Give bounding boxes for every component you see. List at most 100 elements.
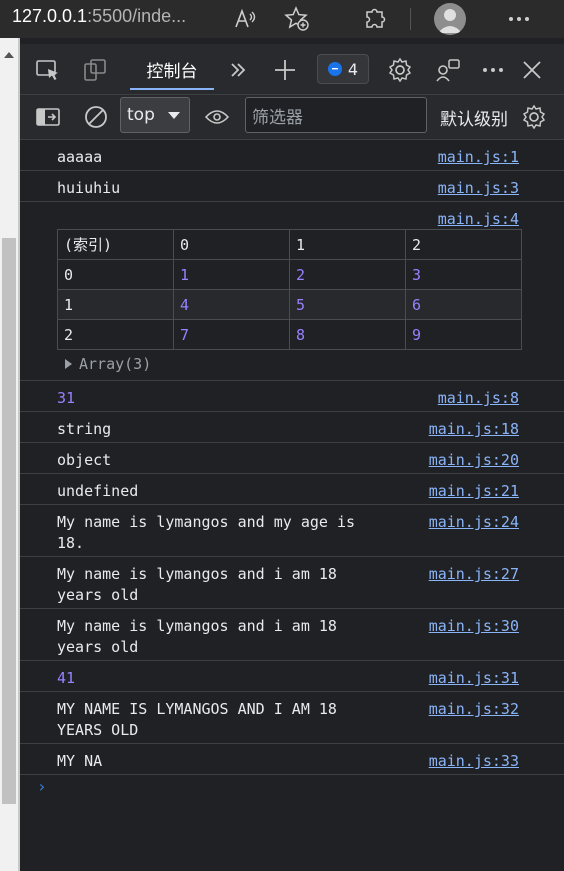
toolbar-separator [410,8,411,30]
table-cell: 6 [405,289,522,320]
console-message: My name is lymangos and my age is 18. ma… [20,505,564,557]
context-select[interactable]: top [120,97,190,133]
message-text-line2: 18. [57,534,85,552]
message-text-line1: My name is lymangos and i am 18 [57,617,337,635]
devtools-toolbar: 控制台 4 [20,44,564,95]
table-header-cell[interactable]: 2 [405,229,522,260]
issues-badge[interactable]: 4 [317,54,369,84]
browser-address-bar: 127.0.0.1:5500/inde... [0,0,564,38]
source-link[interactable]: main.js:18 [429,419,519,440]
console-message: 41 main.js:31 [20,661,564,692]
source-link[interactable]: main.js:33 [429,751,519,772]
more-menu-icon[interactable] [506,6,532,32]
console-message: MY NA main.js:33 [20,744,564,775]
table-cell: 2 [57,319,174,350]
console-message: undefined main.js:21 [20,474,564,505]
message-text: huiuhiu [57,179,121,197]
message-text: MY NA [57,752,103,770]
dropdown-caret-icon [168,112,180,119]
table-header-cell[interactable]: (索引) [57,229,174,260]
extensions-icon[interactable] [362,6,388,32]
message-text-line1: My name is lymangos and i am 18 [57,565,337,583]
table-header-cell[interactable]: 0 [173,229,290,260]
favorite-add-icon[interactable] [284,6,310,32]
source-link[interactable]: main.js:27 [429,564,519,585]
add-tab-plus-icon[interactable] [271,56,299,84]
url-field[interactable]: 127.0.0.1:5500/inde... [12,6,186,27]
settings-gear-icon[interactable] [386,56,414,84]
read-aloud-icon[interactable] [232,6,258,32]
message-text-line2: years old [57,586,139,604]
message-text-line2: YEARS OLD [57,721,139,739]
scrollbar-thumb[interactable] [2,238,16,804]
table-cell: 3 [405,259,522,290]
table-row: 2 7 8 9 [57,319,522,350]
table-cell: 0 [57,259,174,290]
console-message: aaaaa main.js:1 [20,140,564,171]
page-scrollbar[interactable] [0,38,20,871]
table-row: 0 1 2 3 [57,259,522,290]
table-cell: 1 [173,259,290,290]
message-text-line1: My name is lymangos and my age is [57,513,356,531]
inspect-element-icon[interactable] [34,56,62,84]
clear-console-icon[interactable] [82,103,110,131]
source-link[interactable]: main.js:4 [438,209,519,230]
close-devtools-icon[interactable] [518,56,546,84]
message-text: undefined [57,482,139,500]
table-cell: 9 [405,319,522,350]
profile-avatar[interactable] [434,3,466,35]
url-host: 127.0.0.1 [12,6,88,26]
source-link[interactable]: main.js:24 [429,512,519,533]
more-tabs-chevron-icon[interactable] [224,56,252,84]
message-text-line1: MY NAME IS LYMANGOS AND I AM 18 [57,700,337,718]
message-text: aaaaa [57,148,103,166]
tab-console[interactable]: 控制台 [130,50,214,90]
console-table-message: main.js:4 (索引) 0 1 2 0 1 2 3 1 4 5 6 2 7… [20,202,564,381]
table-cell: 5 [289,289,406,320]
table-cell: 7 [173,319,290,350]
scroll-up-arrow-icon[interactable] [4,52,14,58]
live-expression-eye-icon[interactable] [203,103,231,131]
source-link[interactable]: main.js:8 [438,388,519,409]
table-cell: 2 [289,259,406,290]
console-message: MY NAME IS LYMANGOS AND I AM 18 YEARS OL… [20,692,564,744]
message-text: object [57,451,112,469]
log-levels-dropdown[interactable]: 默认级别 [440,105,508,130]
console-message: object main.js:20 [20,443,564,474]
url-path: :5500/inde... [87,6,187,26]
more-options-icon[interactable] [479,56,507,84]
console-message: 31 main.js:8 [20,381,564,412]
message-text: string [57,420,112,438]
console-filter-bar: top 筛选器 默认级别 [20,95,564,140]
console-settings-gear-icon[interactable] [520,103,548,131]
console-prompt-chevron-icon[interactable]: › [37,777,47,796]
table-cell: 8 [289,319,406,350]
source-link[interactable]: main.js:31 [429,668,519,689]
source-link[interactable]: main.js:20 [429,450,519,471]
console-message: string main.js:18 [20,412,564,443]
table-header-row: (索引) 0 1 2 [57,229,522,260]
feedback-icon[interactable] [434,56,462,84]
table-cell: 4 [173,289,290,320]
source-link[interactable]: main.js:1 [438,147,519,168]
message-number: 41 [57,669,76,687]
table-row: 1 4 5 6 [57,289,522,320]
message-text-line2: years old [57,638,139,656]
source-link[interactable]: main.js:30 [429,616,519,637]
array-label: Array(3) [79,355,152,373]
array-expander[interactable]: Array(3) [65,355,151,373]
table-header-cell[interactable]: 1 [289,229,406,260]
console-table: (索引) 0 1 2 0 1 2 3 1 4 5 6 2 7 8 9 [57,229,522,350]
show-sidebar-icon[interactable] [34,103,62,131]
filter-input[interactable]: 筛选器 [245,97,427,133]
device-emulation-icon[interactable] [81,56,109,84]
table-cell: 1 [57,289,174,320]
message-icon [327,62,342,76]
issues-count: 4 [347,59,359,79]
source-link[interactable]: main.js:32 [429,699,519,720]
console-message: My name is lymangos and i am 18 years ol… [20,609,564,661]
console-message: huiuhiu main.js:3 [20,171,564,202]
message-number: 31 [57,389,76,407]
source-link[interactable]: main.js:21 [429,481,519,502]
source-link[interactable]: main.js:3 [438,178,519,199]
